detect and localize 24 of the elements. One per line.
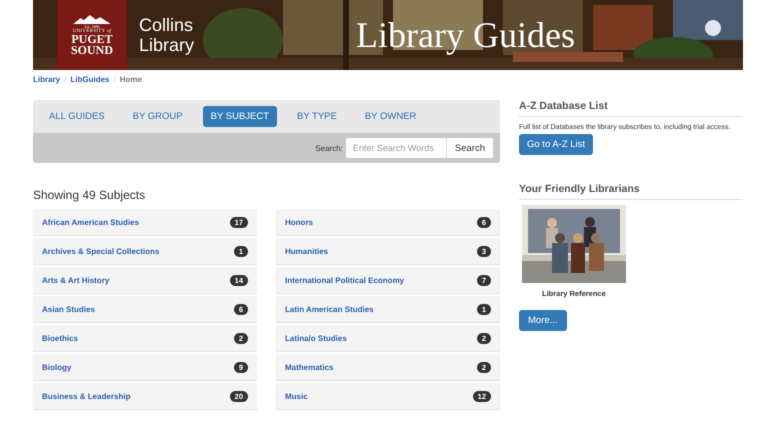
tab[interactable]: BY SUBJECT [202, 106, 278, 127]
breadcrumb-separator: / [64, 75, 66, 84]
section-heading: A-Z Database List [519, 100, 743, 117]
breadcrumb-current: Home [120, 75, 142, 84]
section-heading: Your Friendly Librarians [519, 183, 743, 200]
search-button[interactable]: Search [446, 138, 493, 158]
tab[interactable]: BY GROUP [124, 106, 191, 127]
search-field[interactable]: Enter Search Words [346, 138, 446, 158]
library-name: Library [139, 35, 194, 55]
az-list-button[interactable]: Go to A-Z List [519, 134, 594, 155]
logo-text: SOUND [70, 44, 113, 56]
library-name: Collins [139, 15, 194, 35]
tab[interactable]: BY TYPE [289, 106, 345, 127]
search-label: Search: [315, 144, 343, 152]
banner-title: Library Guides [356, 14, 575, 56]
logo-text: PUGET [71, 34, 113, 44]
mountain-icon [72, 14, 112, 24]
breadcrumb-link[interactable]: LibGuides [70, 75, 110, 84]
tab[interactable]: BY OWNER [356, 106, 424, 127]
tab[interactable]: ALL GUIDES [41, 106, 113, 127]
breadcrumb-link[interactable]: Library [33, 75, 60, 84]
breadcrumb-separator: / [113, 75, 116, 84]
subjects-heading: Showing 49 Subjects [33, 188, 146, 202]
more-button[interactable]: More... [519, 310, 567, 331]
